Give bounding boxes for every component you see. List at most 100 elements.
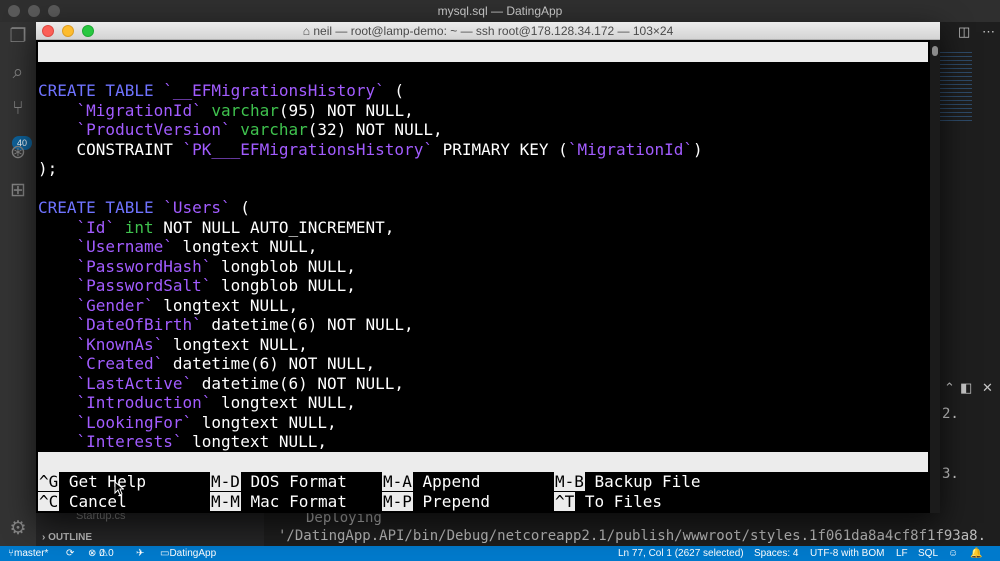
shortcut-key: M-M [210, 491, 241, 511]
vscode-window-controls[interactable] [8, 5, 60, 17]
extensions-icon[interactable]: ⊞ [7, 180, 29, 202]
search-icon[interactable]: ⌕ [7, 62, 29, 84]
shortcut-label: Append [412, 472, 481, 491]
terminal-line: '/DatingApp.API/bin/Debug/netcoreapp2.1/… [278, 528, 987, 544]
code-line: `ProductVersion` varchar(32) NOT NULL, [38, 120, 928, 140]
sql-identifier: `ProductVersion` [76, 120, 231, 139]
scrollbar-thumb[interactable] [932, 46, 938, 56]
code-line: `PasswordSalt` longblob NULL, [38, 276, 928, 296]
shortcut-to-files[interactable]: ^T To Files [554, 491, 662, 512]
explorer-icon[interactable]: ❐ [7, 26, 29, 48]
sync-icon[interactable]: ⟳ [66, 546, 74, 561]
chevron-right-icon: › [42, 532, 46, 543]
shortcut-label: To Files [575, 491, 662, 511]
live-share-icon[interactable]: ✈ [136, 546, 144, 561]
code-line: `Introduction` longtext NULL, [38, 393, 928, 413]
code-line: `KnownAs` longtext NULL, [38, 335, 928, 355]
shortcut-key: M-A [382, 472, 413, 491]
nano-header-bar: GNU nano 2.5.3 File: mysql.sql Modified [38, 42, 928, 120]
project-status[interactable]: ▭ DatingApp [160, 546, 216, 561]
debug-icon[interactable]: ⊛ [7, 142, 29, 164]
shortcut-label: Prepend [412, 491, 490, 511]
shortcut-mac-format[interactable]: M-M Mac Format [210, 491, 347, 512]
terminal-title: ⌂ neil — root@lamp-demo: ~ — ssh root@17… [302, 24, 674, 38]
panel-text-fragment: 3. [942, 466, 959, 482]
eol-status[interactable]: LF [896, 546, 908, 561]
sql-text: CONSTRAINT [38, 139, 183, 159]
shortcut-get-help[interactable]: ^G Get Help [38, 472, 146, 492]
sql-text: longblob NULL, [211, 276, 356, 295]
chevron-up-icon[interactable]: ⌃ [944, 380, 955, 396]
sql-text: datetime(6) NOT NULL, [192, 373, 405, 393]
code-line: `LastActive` datetime(6) NOT NULL, [38, 374, 928, 394]
sql-identifier: `Created` [76, 354, 164, 373]
terminal-scrollbar[interactable] [930, 40, 940, 513]
shortcut-label: DOS Format [240, 472, 347, 491]
settings-gear-icon[interactable]: ⚙ [7, 518, 29, 540]
more-actions-icon[interactable]: ⋯ [982, 24, 995, 40]
shortcut-backup-file[interactable]: M-B Backup File [554, 472, 701, 492]
code-line: `LookingFor` longtext NULL, [38, 413, 928, 433]
cursor-position[interactable]: Ln 77, Col 1 (2627 selected) [618, 546, 744, 561]
shortcut-label: Backup File [584, 472, 701, 491]
code-line: `Username` longtext NULL, [38, 237, 928, 257]
source-control-icon[interactable]: ⑂ [7, 98, 29, 120]
language-mode[interactable]: SQL [918, 546, 938, 561]
split-editor-icon[interactable]: ◫ [958, 24, 970, 40]
sql-identifier: `PK___EFMigrationsHistory` [182, 139, 433, 159]
sql-identifier: `MigrationId` [76, 100, 202, 120]
sql-text: longtext NULL, [172, 237, 318, 256]
shortcut-label: Get Help [59, 472, 146, 491]
sql-text: (95) NOT NULL, [278, 100, 414, 120]
shortcut-key: M-B [554, 472, 585, 491]
code-line: `MigrationId` varchar(95) NOT NULL, [38, 101, 928, 121]
maximize-panel-icon[interactable]: ◧ [960, 380, 972, 396]
terminal-window: ⌂ neil — root@lamp-demo: ~ — ssh root@17… [36, 22, 940, 513]
shortcut-prepend[interactable]: M-P Prepend [382, 491, 490, 512]
branch-status[interactable]: ⑂ master* [8, 546, 48, 561]
sql-type: int [124, 217, 154, 237]
notifications-icon[interactable]: 🔔 [970, 546, 982, 561]
sql-text: datetime(6) NOT NULL, [163, 354, 376, 373]
code-line: CONSTRAINT `PK___EFMigrationsHistory` PR… [38, 140, 928, 160]
sql-identifier: `Gender` [76, 295, 154, 315]
shortcut-append[interactable]: M-A Append [382, 472, 481, 492]
feedback-icon[interactable]: ☺ [948, 546, 958, 561]
sql-type: varchar [240, 120, 308, 139]
sql-identifier: `Introduction` [76, 393, 212, 412]
shortcut-key: M-D [210, 472, 241, 491]
sql-identifier: `Id` [76, 217, 116, 237]
shortcut-key: ^T [554, 491, 576, 511]
panel-toolbar: ⌃ ◧ ✕ [942, 380, 1000, 398]
panel-text-fragment: 2. [942, 406, 959, 422]
close-panel-icon[interactable]: ✕ [982, 380, 993, 396]
sql-text: longblob NULL, [211, 256, 356, 276]
code-line: `Gender` longtext NULL, [38, 296, 928, 316]
sql-text: ( [384, 81, 405, 100]
code-line: CREATE TABLE `__EFMigrationsHistory` ( [38, 81, 928, 101]
encoding-status[interactable]: UTF-8 with BOM [810, 546, 884, 561]
code-line: `Id` int NOT NULL AUTO_INCREMENT, [38, 218, 928, 238]
sql-text: longtext NULL, [211, 393, 356, 412]
nano-write-prompt[interactable]: File Name to Write: mysql.sql [38, 452, 928, 491]
minimap[interactable] [938, 52, 972, 122]
indentation-status[interactable]: Spaces: 4 [754, 546, 798, 561]
outline-section-header[interactable]: › OUTLINE [42, 532, 92, 543]
home-folder-icon: ⌂ [302, 24, 310, 38]
shortcut-dos-format[interactable]: M-D DOS Format [210, 472, 347, 492]
sql-identifier: `PasswordSalt` [76, 276, 212, 295]
sql-text: datetime(6) NOT NULL, [201, 315, 414, 334]
sql-text: longtext NULL, [163, 334, 308, 354]
problems-status[interactable]: ⊗ 0 ⚠ 0 [88, 546, 114, 561]
nano-screen[interactable]: GNU nano 2.5.3 File: mysql.sql Modified … [38, 42, 928, 512]
